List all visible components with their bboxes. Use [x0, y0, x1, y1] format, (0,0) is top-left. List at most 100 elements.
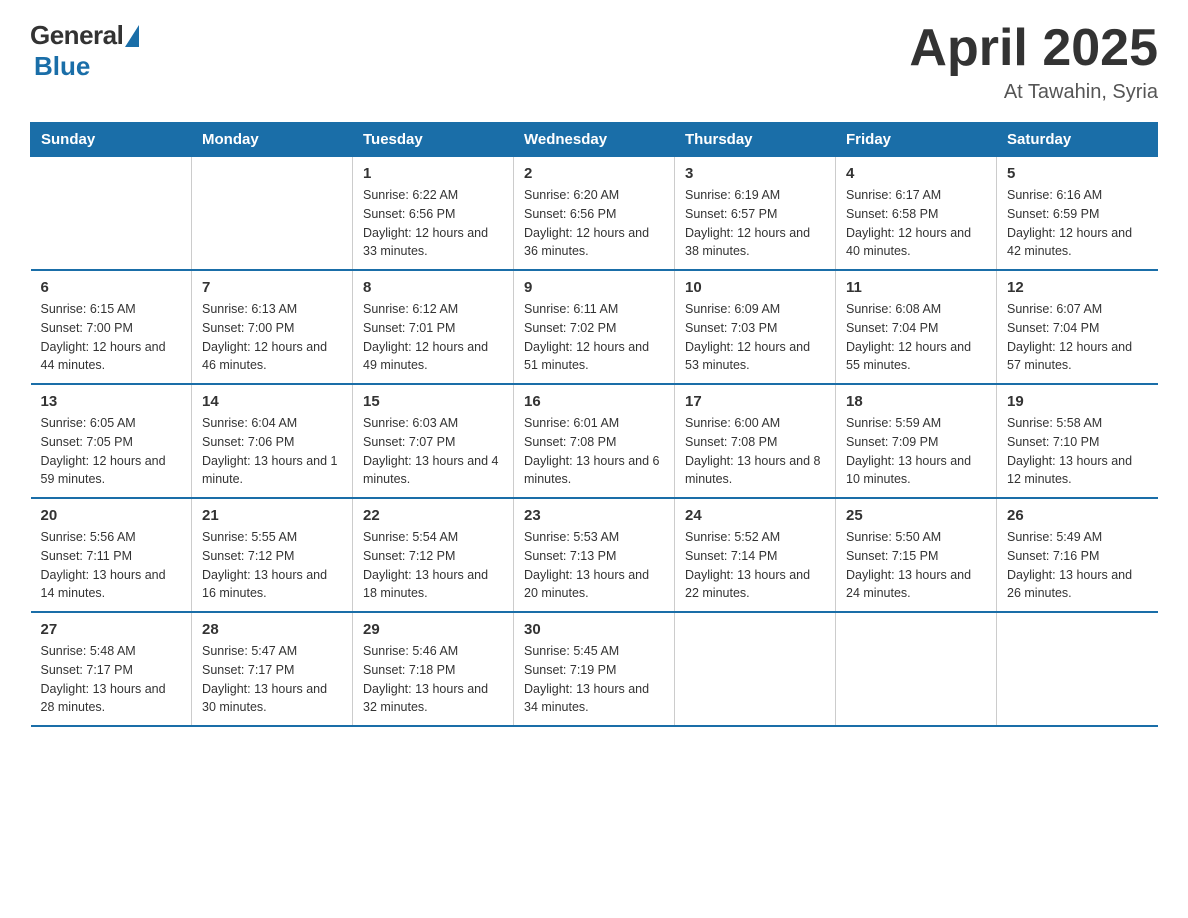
calendar-week-row-2: 13 Sunrise: 6:05 AMSunset: 7:05 PMDayligh…: [31, 384, 1158, 498]
calendar-cell: 27 Sunrise: 5:48 AMSunset: 7:17 PMDayligh…: [31, 612, 192, 726]
day-number: 20: [41, 507, 182, 524]
logo-general-text: General: [30, 20, 123, 51]
day-info: Sunrise: 5:59 AMSunset: 7:09 PMDaylight:…: [846, 414, 986, 489]
calendar-cell: 23 Sunrise: 5:53 AMSunset: 7:13 PMDayligh…: [514, 498, 675, 612]
day-number: 16: [524, 393, 664, 410]
location-subtitle: At Tawahin, Syria: [909, 81, 1158, 104]
day-info: Sunrise: 5:54 AMSunset: 7:12 PMDaylight:…: [363, 528, 503, 603]
calendar-cell: 14 Sunrise: 6:04 AMSunset: 7:06 PMDayligh…: [192, 384, 353, 498]
calendar-cell: 26 Sunrise: 5:49 AMSunset: 7:16 PMDayligh…: [997, 498, 1158, 612]
day-number: 12: [1007, 279, 1148, 296]
day-info: Sunrise: 6:05 AMSunset: 7:05 PMDaylight:…: [41, 414, 182, 489]
calendar-cell: 21Sunrise: 5:55 AMSunset: 7:12 PMDayligh…: [192, 498, 353, 612]
calendar-cell: [836, 612, 997, 726]
day-number: 24: [685, 507, 825, 524]
calendar-week-row-0: 1 Sunrise: 6:22 AMSunset: 6:56 PMDaylight…: [31, 157, 1158, 271]
day-info: Sunrise: 5:45 AMSunset: 7:19 PMDaylight:…: [524, 642, 664, 717]
day-info: Sunrise: 5:55 AMSunset: 7:12 PMDaylight:…: [202, 528, 342, 603]
calendar-cell: 19 Sunrise: 5:58 AMSunset: 7:10 PMDayligh…: [997, 384, 1158, 498]
calendar-cell: 15 Sunrise: 6:03 AMSunset: 7:07 PMDayligh…: [353, 384, 514, 498]
col-thursday: Thursday: [675, 123, 836, 157]
col-sunday: Sunday: [31, 123, 192, 157]
calendar-cell: 1 Sunrise: 6:22 AMSunset: 6:56 PMDaylight…: [353, 157, 514, 271]
day-number: 11: [846, 279, 986, 296]
day-number: 30: [524, 621, 664, 638]
day-number: 26: [1007, 507, 1148, 524]
day-info: Sunrise: 5:47 AMSunset: 7:17 PMDaylight:…: [202, 642, 342, 717]
day-number: 14: [202, 393, 342, 410]
day-info: Sunrise: 5:53 AMSunset: 7:13 PMDaylight:…: [524, 528, 664, 603]
day-info: Sunrise: 5:56 AMSunset: 7:11 PMDaylight:…: [41, 528, 182, 603]
day-info: Sunrise: 6:20 AMSunset: 6:56 PMDaylight:…: [524, 186, 664, 261]
col-tuesday: Tuesday: [353, 123, 514, 157]
day-info: Sunrise: 6:03 AMSunset: 7:07 PMDaylight:…: [363, 414, 503, 489]
calendar-cell: 6 Sunrise: 6:15 AMSunset: 7:00 PMDaylight…: [31, 270, 192, 384]
calendar-header-row: Sunday Monday Tuesday Wednesday Thursday…: [31, 123, 1158, 157]
day-number: 9: [524, 279, 664, 296]
calendar-cell: 17 Sunrise: 6:00 AMSunset: 7:08 PMDayligh…: [675, 384, 836, 498]
day-number: 29: [363, 621, 503, 638]
day-info: Sunrise: 5:46 AMSunset: 7:18 PMDaylight:…: [363, 642, 503, 717]
col-friday: Friday: [836, 123, 997, 157]
day-number: 13: [41, 393, 182, 410]
day-info: Sunrise: 6:07 AMSunset: 7:04 PMDaylight:…: [1007, 300, 1148, 375]
day-number: 17: [685, 393, 825, 410]
day-number: 23: [524, 507, 664, 524]
calendar-cell: 29 Sunrise: 5:46 AMSunset: 7:18 PMDayligh…: [353, 612, 514, 726]
title-area: April 2025 At Tawahin, Syria: [909, 20, 1158, 104]
day-info: Sunrise: 6:16 AMSunset: 6:59 PMDaylight:…: [1007, 186, 1148, 261]
calendar-cell: 4 Sunrise: 6:17 AMSunset: 6:58 PMDaylight…: [836, 157, 997, 271]
day-number: 4: [846, 165, 986, 182]
col-saturday: Saturday: [997, 123, 1158, 157]
day-number: 1: [363, 165, 503, 182]
calendar-cell: 3 Sunrise: 6:19 AMSunset: 6:57 PMDaylight…: [675, 157, 836, 271]
day-info: Sunrise: 6:17 AMSunset: 6:58 PMDaylight:…: [846, 186, 986, 261]
calendar-cell: 16 Sunrise: 6:01 AMSunset: 7:08 PMDayligh…: [514, 384, 675, 498]
calendar-cell: 25Sunrise: 5:50 AMSunset: 7:15 PMDayligh…: [836, 498, 997, 612]
day-info: Sunrise: 5:58 AMSunset: 7:10 PMDaylight:…: [1007, 414, 1148, 489]
calendar-cell: 18 Sunrise: 5:59 AMSunset: 7:09 PMDayligh…: [836, 384, 997, 498]
calendar-cell: 9Sunrise: 6:11 AMSunset: 7:02 PMDaylight…: [514, 270, 675, 384]
logo-triangle-icon: [125, 25, 139, 47]
day-number: 7: [202, 279, 342, 296]
day-info: Sunrise: 6:22 AMSunset: 6:56 PMDaylight:…: [363, 186, 503, 261]
day-info: Sunrise: 5:49 AMSunset: 7:16 PMDaylight:…: [1007, 528, 1148, 603]
calendar-week-row-4: 27 Sunrise: 5:48 AMSunset: 7:17 PMDayligh…: [31, 612, 1158, 726]
calendar-cell: [192, 157, 353, 271]
day-number: 10: [685, 279, 825, 296]
calendar-cell: 8Sunrise: 6:12 AMSunset: 7:01 PMDaylight…: [353, 270, 514, 384]
day-number: 19: [1007, 393, 1148, 410]
calendar-table: Sunday Monday Tuesday Wednesday Thursday…: [30, 122, 1158, 727]
calendar-week-row-3: 20 Sunrise: 5:56 AMSunset: 7:11 PMDayligh…: [31, 498, 1158, 612]
day-number: 18: [846, 393, 986, 410]
calendar-cell: 22Sunrise: 5:54 AMSunset: 7:12 PMDayligh…: [353, 498, 514, 612]
calendar-week-row-1: 6 Sunrise: 6:15 AMSunset: 7:00 PMDaylight…: [31, 270, 1158, 384]
day-number: 8: [363, 279, 503, 296]
day-info: Sunrise: 6:19 AMSunset: 6:57 PMDaylight:…: [685, 186, 825, 261]
calendar-cell: [997, 612, 1158, 726]
calendar-cell: 13 Sunrise: 6:05 AMSunset: 7:05 PMDayligh…: [31, 384, 192, 498]
calendar-cell: [31, 157, 192, 271]
day-number: 3: [685, 165, 825, 182]
calendar-cell: 28Sunrise: 5:47 AMSunset: 7:17 PMDayligh…: [192, 612, 353, 726]
day-number: 27: [41, 621, 182, 638]
day-info: Sunrise: 6:04 AMSunset: 7:06 PMDaylight:…: [202, 414, 342, 489]
calendar-cell: 11 Sunrise: 6:08 AMSunset: 7:04 PMDayligh…: [836, 270, 997, 384]
calendar-cell: 10 Sunrise: 6:09 AMSunset: 7:03 PMDayligh…: [675, 270, 836, 384]
calendar-cell: 20 Sunrise: 5:56 AMSunset: 7:11 PMDayligh…: [31, 498, 192, 612]
day-info: Sunrise: 6:00 AMSunset: 7:08 PMDaylight:…: [685, 414, 825, 489]
calendar-cell: 12 Sunrise: 6:07 AMSunset: 7:04 PMDayligh…: [997, 270, 1158, 384]
month-title: April 2025: [909, 20, 1158, 77]
day-info: Sunrise: 6:13 AMSunset: 7:00 PMDaylight:…: [202, 300, 342, 375]
day-info: Sunrise: 6:08 AMSunset: 7:04 PMDaylight:…: [846, 300, 986, 375]
day-info: Sunrise: 5:48 AMSunset: 7:17 PMDaylight:…: [41, 642, 182, 717]
day-info: Sunrise: 5:52 AMSunset: 7:14 PMDaylight:…: [685, 528, 825, 603]
day-info: Sunrise: 6:15 AMSunset: 7:00 PMDaylight:…: [41, 300, 182, 375]
day-number: 6: [41, 279, 182, 296]
day-info: Sunrise: 6:01 AMSunset: 7:08 PMDaylight:…: [524, 414, 664, 489]
day-number: 15: [363, 393, 503, 410]
col-wednesday: Wednesday: [514, 123, 675, 157]
logo-blue-text: Blue: [34, 51, 90, 81]
day-info: Sunrise: 6:09 AMSunset: 7:03 PMDaylight:…: [685, 300, 825, 375]
calendar-cell: 30 Sunrise: 5:45 AMSunset: 7:19 PMDayligh…: [514, 612, 675, 726]
